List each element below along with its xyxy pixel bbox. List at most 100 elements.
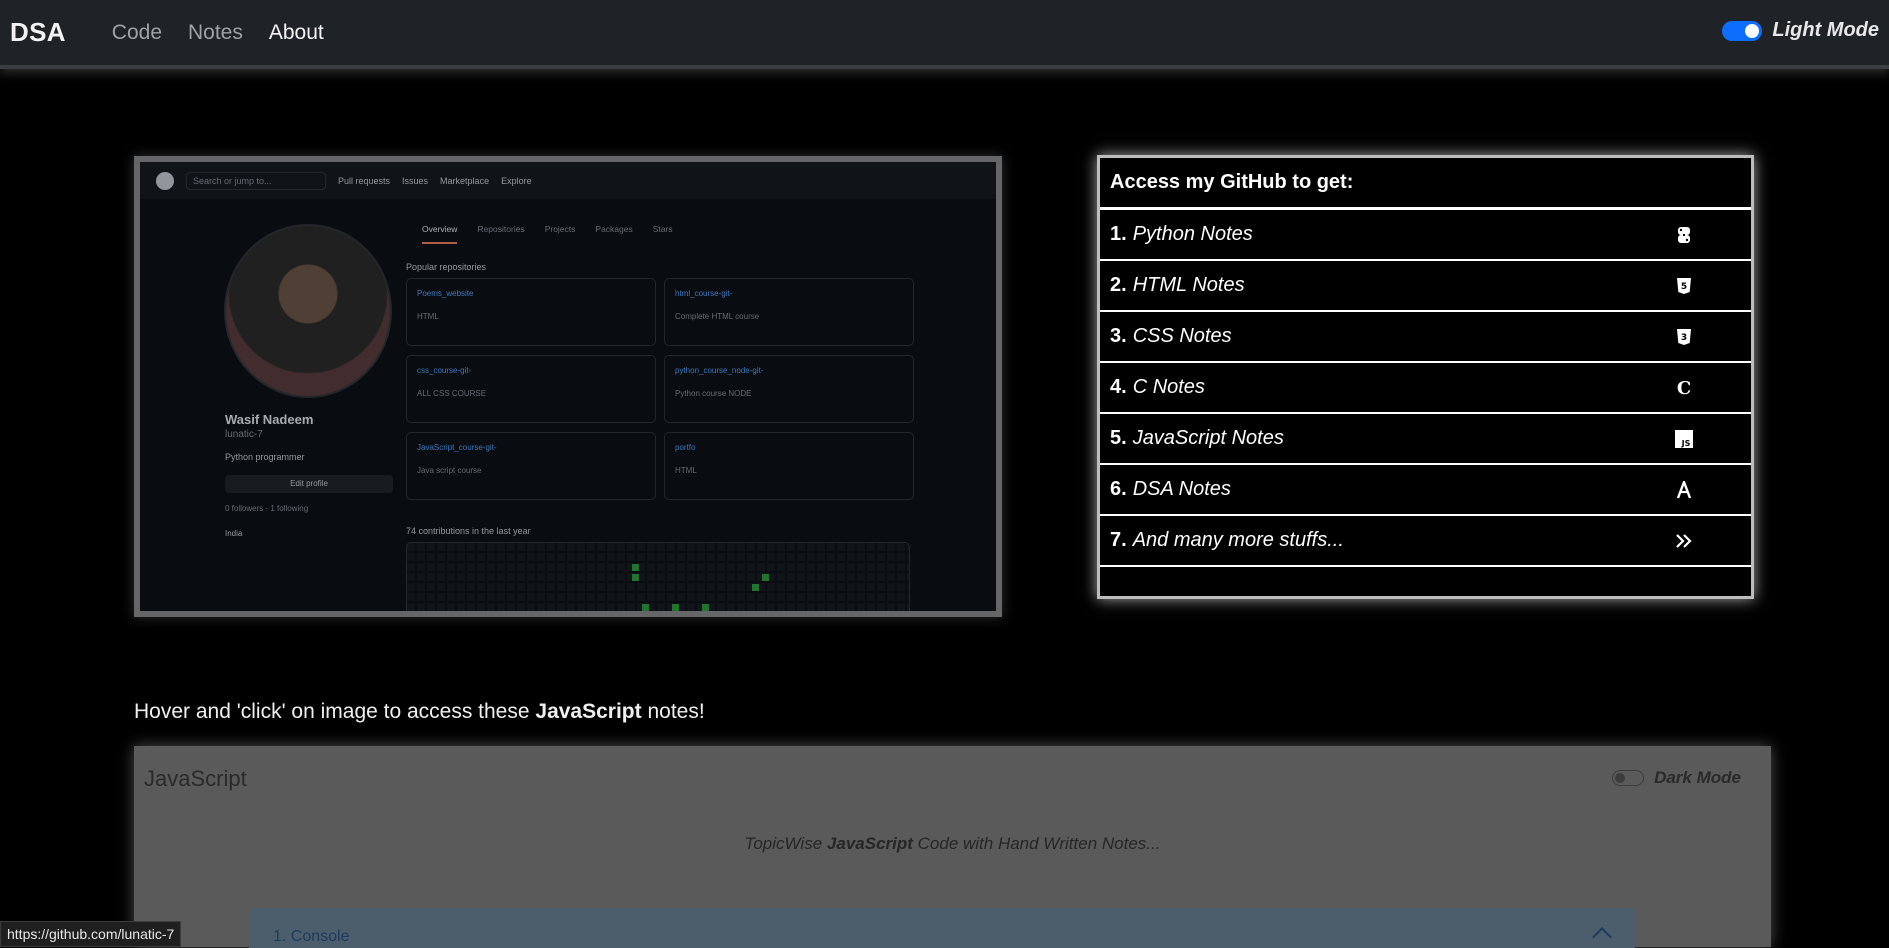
github-repo-card: css_course-git- ALL CSS COURSE [406, 355, 656, 423]
note-number: 2. [1110, 274, 1127, 296]
note-label: Python Notes [1132, 223, 1253, 245]
js-icon: JS [1673, 428, 1695, 450]
github-profile-name: Wasif Nadeem [225, 412, 314, 427]
note-item-javascript[interactable]: 5. JavaScript Notes JS [1100, 414, 1751, 465]
note-label: HTML Notes [1132, 274, 1245, 296]
svg-text:JS: JS [1681, 439, 1691, 448]
top-navbar: DSA Code Notes About Light Mode [0, 0, 1889, 69]
github-notes-card: Access my GitHub to get: 1. Python Notes… [1097, 155, 1754, 599]
contribution-cell [752, 584, 759, 591]
github-search-input: Search or jump to... [186, 171, 326, 190]
repo-desc: Python course NODE [675, 389, 752, 398]
note-item-c[interactable]: 4. C Notes C [1100, 363, 1751, 414]
svg-text:5: 5 [1681, 282, 1687, 292]
notes-card-heading: Access my GitHub to get: [1100, 158, 1751, 210]
nav-link-about[interactable]: About [269, 21, 324, 45]
github-contribution-graph [406, 542, 910, 611]
note-item-more[interactable]: 7. And many more stuffs... [1100, 516, 1751, 567]
note-number: 1. [1110, 223, 1127, 245]
javascript-notes-panel[interactable]: JavaScript Dark Mode TopicWise JavaScrip… [134, 746, 1771, 948]
github-location: India [225, 529, 243, 538]
note-number: 4. [1110, 376, 1127, 398]
switch-knob [1615, 773, 1626, 783]
hover-instruction-text: Hover and 'click' on image to access the… [134, 700, 705, 724]
github-logo-icon [156, 171, 174, 190]
github-repo-card: html_course-git- Complete HTML course [664, 278, 914, 346]
github-repo-card: JavaScript_course-git- Java script cours… [406, 432, 656, 500]
github-profile-handle: lunatic-7 [225, 429, 263, 440]
light-mode-label: Light Mode [1772, 19, 1879, 41]
javascript-panel-title: JavaScript [144, 766, 247, 791]
accordion-item-console[interactable]: 1. Console [249, 908, 1635, 948]
note-number: 7. [1110, 529, 1127, 551]
nav-link-notes[interactable]: Notes [188, 21, 243, 45]
github-profile-bio: Python programmer [225, 452, 305, 462]
dark-mode-label: Dark Mode [1654, 768, 1741, 787]
github-link-marketplace: Marketplace [440, 175, 490, 186]
github-link-issues: Issues [402, 175, 429, 186]
github-avatar [224, 224, 392, 398]
repo-name: Poems_website [417, 289, 474, 298]
hover-text-prefix: Hover and 'click' on image to access the… [134, 700, 536, 723]
note-label: JavaScript Notes [1132, 427, 1284, 449]
hover-text-suffix: notes! [641, 700, 705, 723]
github-topbar: Search or jump to... Pull requests Issue… [140, 162, 996, 199]
svg-text:3: 3 [1681, 333, 1687, 343]
note-item-python[interactable]: 1. Python Notes [1100, 210, 1751, 261]
chevron-up-icon [1592, 927, 1612, 947]
light-mode-switch[interactable] [1722, 20, 1763, 41]
note-number: 6. [1110, 478, 1127, 500]
browser-status-url: https://github.com/lunatic-7 [0, 921, 182, 947]
github-repo-card: python_course_node-git- Python course NO… [664, 355, 914, 423]
dark-mode-toggle[interactable]: Dark Mode [1612, 768, 1741, 788]
repo-name: portfo [675, 443, 696, 452]
contribution-cell [702, 604, 709, 611]
note-label: CSS Notes [1132, 325, 1232, 347]
nav-links: Code Notes About [112, 21, 324, 45]
repo-desc: ALL CSS COURSE [417, 389, 487, 398]
brand-logo[interactable]: DSA [10, 17, 66, 48]
note-number: 3. [1110, 325, 1127, 347]
note-item-dsa[interactable]: 6. DSA Notes [1100, 465, 1751, 516]
contribution-cell [672, 604, 679, 611]
subtitle-bold: JavaScript [826, 834, 913, 853]
note-label: DSA Notes [1132, 478, 1231, 500]
repo-desc: Complete HTML course [675, 312, 760, 321]
contribution-cell [632, 564, 639, 571]
c-icon: C [1676, 377, 1692, 399]
note-item-html[interactable]: 2. HTML Notes 5 [1100, 261, 1751, 312]
repo-desc: HTML [675, 466, 697, 475]
note-number: 5. [1110, 427, 1127, 449]
contribution-cell [692, 614, 699, 617]
repo-desc: HTML [417, 312, 439, 321]
python-icon [1673, 224, 1695, 246]
github-profile-preview-image[interactable]: Search or jump to... Pull requests Issue… [134, 156, 1002, 617]
subtitle-prefix: TopicWise [744, 834, 827, 853]
light-mode-toggle[interactable]: Light Mode [1722, 19, 1879, 42]
dark-mode-switch[interactable] [1612, 770, 1645, 786]
switch-knob [1745, 23, 1760, 38]
javascript-panel-subtitle: TopicWise JavaScript Code with Hand Writ… [134, 834, 1771, 854]
github-tab-repositories: Repositories [477, 224, 525, 234]
nav-link-code[interactable]: Code [112, 21, 162, 45]
repo-name: python_course_node-git- [675, 366, 764, 375]
note-label: C Notes [1132, 376, 1205, 398]
github-link-pull-requests: Pull requests [338, 175, 391, 186]
github-tab-stars: Stars [652, 224, 673, 234]
dsa-icon [1673, 479, 1695, 501]
accordion-console-label: 1. Console [273, 928, 350, 945]
double-chevron-right-icon [1673, 530, 1695, 552]
repo-desc: Java script course [417, 466, 482, 475]
contribution-cell [642, 604, 649, 611]
github-edit-profile-button: Edit profile [225, 475, 393, 493]
subtitle-suffix: Code with Hand Written Notes... [912, 834, 1161, 853]
github-popular-repos-label: Popular repositories [406, 262, 487, 272]
github-contributions-label: 74 contributions in the last year [406, 526, 531, 536]
github-link-explore: Explore [501, 175, 532, 186]
html5-icon: 5 [1673, 275, 1695, 297]
contribution-cell [762, 574, 769, 581]
github-tab-packages: Packages [595, 224, 633, 234]
github-repo-card: portfo HTML [664, 432, 914, 500]
note-item-css[interactable]: 3. CSS Notes 3 [1100, 312, 1751, 363]
github-tab-projects: Projects [544, 224, 576, 234]
